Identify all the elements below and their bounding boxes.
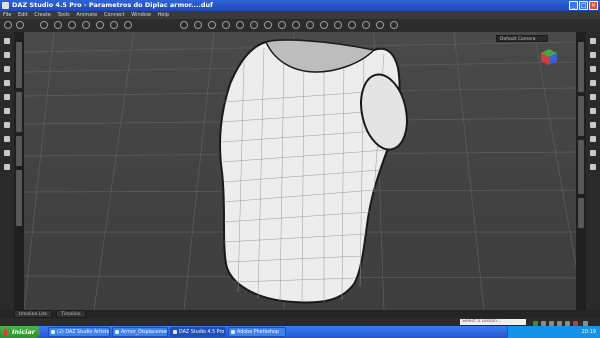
pointer-tool-icon[interactable]	[4, 21, 12, 29]
viewport-select-icon[interactable]	[180, 21, 188, 29]
rotate-tool-icon[interactable]	[208, 21, 216, 29]
left-panel-tab[interactable]	[16, 136, 22, 166]
left-panel-tabs	[14, 32, 24, 310]
scale-icon[interactable]	[82, 21, 90, 29]
left-panel-tab[interactable]	[16, 92, 22, 132]
view-cube-icon[interactable]	[540, 48, 558, 66]
menu-file[interactable]: File	[3, 12, 11, 18]
windows-taskbar: Iniciar (2) DAZ Studio Artists Armor_Dis…	[0, 326, 600, 338]
render-icon[interactable]	[376, 21, 384, 29]
surface-selection-icon[interactable]	[264, 21, 272, 29]
windows-logo-icon	[4, 329, 10, 335]
rotate-icon[interactable]	[68, 21, 76, 29]
left-toolbar	[0, 32, 14, 310]
pin-icon[interactable]	[590, 38, 596, 44]
clock: 20:19	[581, 329, 596, 335]
system-tray: 20:19	[507, 326, 600, 338]
light-icon[interactable]	[348, 21, 356, 29]
save-icon[interactable]	[4, 66, 10, 72]
app-icon	[2, 2, 9, 9]
aim-icon[interactable]	[590, 80, 596, 86]
menu-window[interactable]: Window	[131, 12, 151, 18]
translate-tool-icon[interactable]	[222, 21, 230, 29]
taskbar-item[interactable]: (2) DAZ Studio Artists	[48, 327, 110, 337]
render-frame-icon[interactable]	[390, 21, 398, 29]
menu-tools[interactable]: Tools	[57, 12, 69, 18]
start-button[interactable]: Iniciar	[0, 326, 40, 338]
open-icon[interactable]	[4, 52, 10, 58]
zoom-icon[interactable]	[590, 94, 596, 100]
help-icon[interactable]	[16, 21, 24, 29]
taskbar-item[interactable]: DAZ Studio 4.5 Pro -...	[170, 327, 226, 337]
node-edit-icon[interactable]	[96, 21, 104, 29]
scale-tool-icon[interactable]	[236, 21, 244, 29]
close-button[interactable]: ×	[589, 1, 598, 10]
orbit-icon[interactable]	[590, 108, 596, 114]
camera-icon[interactable]	[334, 21, 342, 29]
active-pose-icon[interactable]	[250, 21, 258, 29]
render-settings-icon[interactable]	[362, 21, 370, 29]
tab-timeline-lite[interactable]: timeline Lite	[14, 310, 52, 318]
bottom-tab-bar: timeline Lite Timeline	[0, 310, 600, 318]
move-icon[interactable]	[54, 21, 62, 29]
frame-icon[interactable]	[590, 66, 596, 72]
right-panel-tab[interactable]	[578, 140, 584, 194]
draw-style-icon[interactable]	[590, 136, 596, 142]
new-scene-icon[interactable]	[4, 38, 10, 44]
aux-viewport-icon[interactable]	[590, 164, 596, 170]
tab-timeline[interactable]: Timeline	[56, 310, 86, 318]
menu-animate[interactable]: Animate	[76, 12, 97, 18]
redo-icon[interactable]	[4, 136, 10, 142]
scene-icon[interactable]	[590, 52, 596, 58]
right-toolbar	[586, 32, 600, 310]
left-panel-tab[interactable]	[16, 170, 22, 226]
right-panel-tab[interactable]	[578, 96, 584, 136]
right-panel-tabs	[576, 32, 586, 310]
window-controls: _ □ ×	[569, 1, 598, 10]
node-weight-icon[interactable]	[292, 21, 300, 29]
lesson-dropdown[interactable]: Select a Lesson...	[460, 319, 526, 325]
universal-tool-icon[interactable]	[194, 21, 202, 29]
right-panel-tab[interactable]	[578, 198, 584, 228]
spot-render-icon[interactable]	[320, 21, 328, 29]
main-toolbar	[0, 19, 600, 33]
window-title: DAZ Studio 4.5 Pro - Parametros do Dipla…	[12, 1, 214, 9]
menu-create[interactable]: Create	[34, 12, 51, 18]
camera-dropdown[interactable]: Default Camera	[496, 35, 548, 42]
right-panel-tab[interactable]	[578, 42, 584, 92]
menu-connect[interactable]: Connect	[104, 12, 125, 18]
minimize-button[interactable]: _	[569, 1, 578, 10]
status-bar: Select a Lesson...	[0, 318, 600, 326]
menu-edit[interactable]: Edit	[18, 12, 28, 18]
maximize-button[interactable]: □	[579, 1, 588, 10]
title-bar: DAZ Studio 4.5 Pro - Parametros do Dipla…	[0, 0, 600, 11]
transform-icon[interactable]	[124, 21, 132, 29]
taskbar-item[interactable]: Adobe Photoshop	[228, 327, 286, 337]
select-icon[interactable]	[40, 21, 48, 29]
taskbar-item[interactable]: Armor_Displacement	[112, 327, 168, 337]
3d-viewport[interactable]: Default Camera	[24, 32, 576, 310]
region-navigator-icon[interactable]	[278, 21, 286, 29]
merge-icon[interactable]	[4, 94, 10, 100]
import-icon[interactable]	[4, 108, 10, 114]
viewport-scene	[24, 32, 576, 310]
menu-bar: File Edit Create Tools Animate Connect W…	[0, 11, 600, 19]
tree-icon[interactable]	[4, 164, 10, 170]
undo-icon[interactable]	[4, 122, 10, 128]
joint-editor-icon[interactable]	[110, 21, 118, 29]
menu-help[interactable]: Help	[158, 12, 169, 18]
save-as-icon[interactable]	[4, 80, 10, 86]
left-panel-tab[interactable]	[16, 42, 22, 88]
geometry-editor-icon[interactable]	[306, 21, 314, 29]
dolly-icon[interactable]	[590, 122, 596, 128]
pan-icon[interactable]	[4, 150, 10, 156]
lights-icon[interactable]	[590, 150, 596, 156]
